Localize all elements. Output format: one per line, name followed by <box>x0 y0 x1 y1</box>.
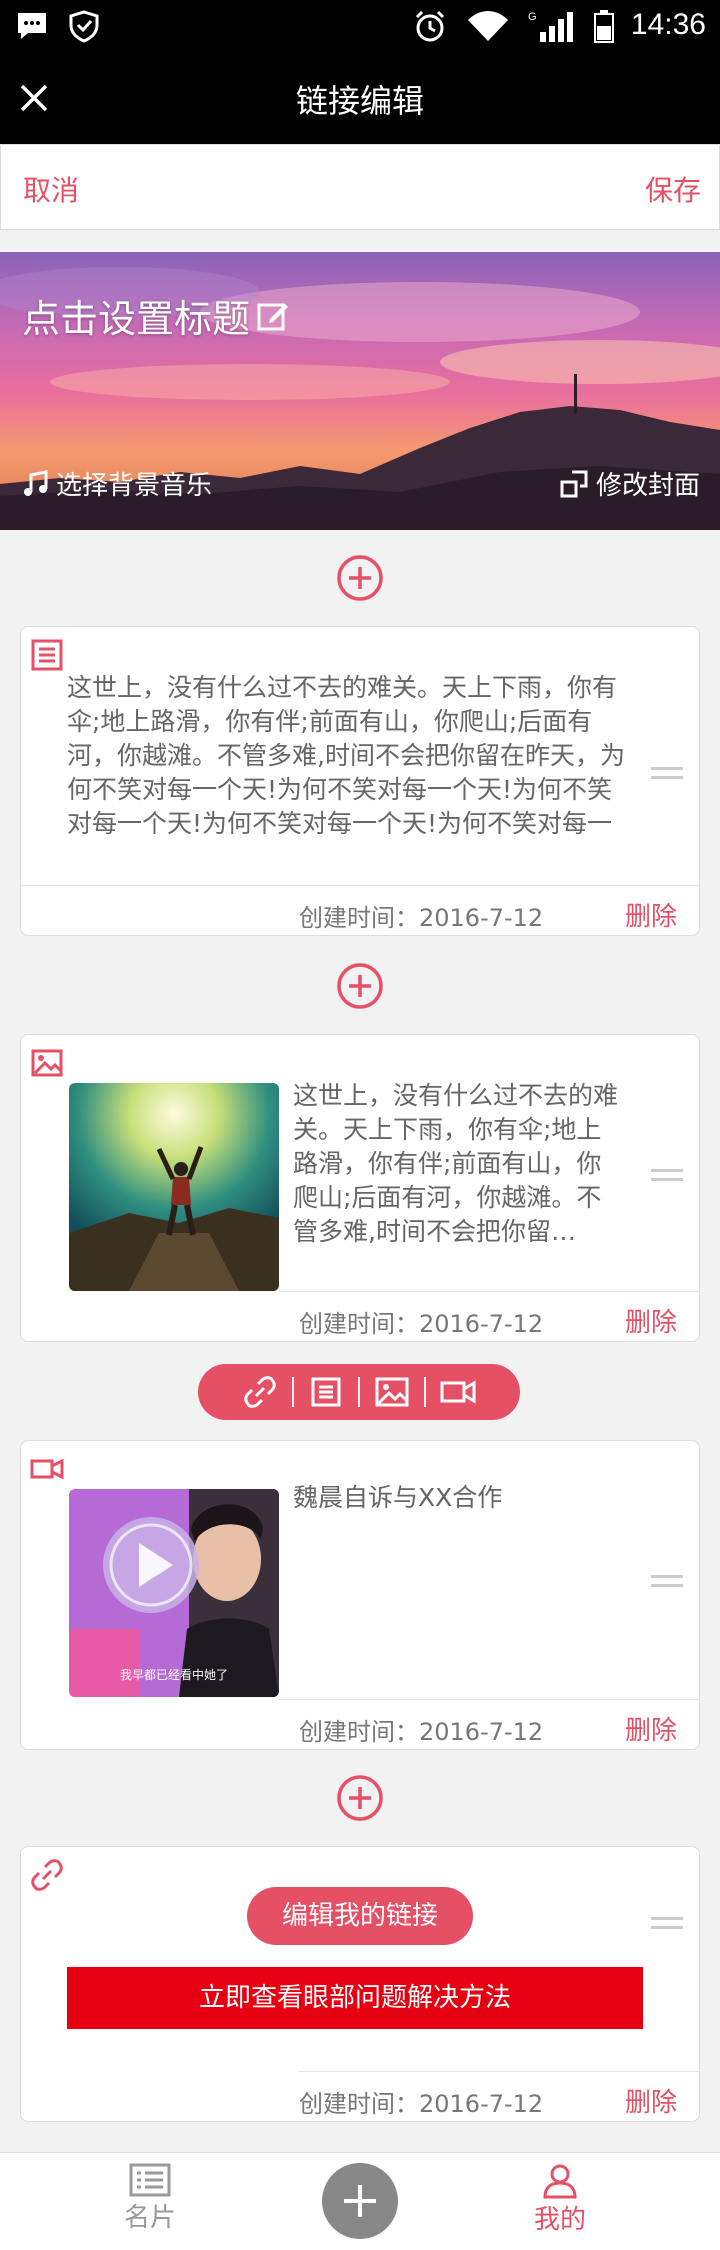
card-footer: 创建时间：2016-7-12 删除 <box>21 885 699 935</box>
title-bar: 链接编辑 <box>0 52 720 144</box>
cover-title-text: 点击设置标题 <box>22 297 251 341</box>
change-cover-label: 修改封面 <box>595 471 700 501</box>
drag-handle-icon[interactable] <box>651 1169 683 1189</box>
created-time: 创建时间：2016-7-12 <box>299 1718 544 1746</box>
text-block-card[interactable]: 这世上，没有什么过不去的难关。天上下雨，你有伞;地上路滑，你有伴;前面有山，你爬… <box>20 626 700 936</box>
clock-time: 14:36 <box>630 8 706 41</box>
save-button[interactable]: 保存 <box>645 169 701 209</box>
link-block-icon <box>31 1859 63 1891</box>
link-icon <box>244 1376 276 1408</box>
card-footer: 创建时间：2016-7-12 删除 <box>279 1291 699 1341</box>
toolbar-divider <box>292 1377 294 1407</box>
toolbar-divider <box>358 1377 360 1407</box>
select-music-button[interactable]: 选择背景音乐 <box>22 465 212 502</box>
delete-button[interactable]: 删除 <box>625 1302 677 1339</box>
plus-icon <box>344 2185 376 2217</box>
created-time: 创建时间：2016-7-12 <box>299 1310 544 1338</box>
video-title: 魏晨自诉与XX合作 <box>293 1483 503 1512</box>
message-icon <box>18 13 46 39</box>
hiker-mountain-photo <box>69 1083 279 1291</box>
text-block-icon <box>31 639 63 671</box>
delete-button[interactable]: 删除 <box>625 1710 677 1747</box>
cover-banner[interactable]: 点击设置标题 选择背景音乐 修改封面 <box>0 252 720 530</box>
text-block-content: 这世上，没有什么过不去的难关。天上下雨，你有伞;地上路滑，你有伴;前面有山，你爬… <box>67 673 625 838</box>
change-cover-icon <box>560 470 588 497</box>
drag-handle-icon[interactable] <box>651 1917 683 1937</box>
video-thumbnail[interactable]: 我早都已经看中她了 <box>69 1489 279 1697</box>
image-block-card[interactable]: 这世上，没有什么过不去的难关。天上下雨，你有伞;地上路滑，你有伴;前面有山，你爬… <box>20 1034 700 1342</box>
insert-link-button[interactable] <box>228 1372 292 1412</box>
image-block-text: 这世上，没有什么过不去的难关。天上下雨，你有伞;地上路滑，你有伴;前面有山，你爬… <box>293 1081 619 1246</box>
add-block-icon[interactable] <box>336 554 384 602</box>
battery-icon <box>594 10 614 43</box>
page-title: 链接编辑 <box>295 82 424 120</box>
nav-card[interactable]: 名片 <box>90 2163 210 2234</box>
video-block-icon <box>30 1458 64 1480</box>
wifi-icon <box>468 11 508 41</box>
status-bar: G 14:36 <box>0 0 720 52</box>
drag-handle-icon[interactable] <box>651 767 683 787</box>
nav-card-label: 名片 <box>123 2203 176 2233</box>
card-footer: 创建时间：2016-7-12 删除 <box>299 2071 699 2121</box>
shield-icon <box>69 10 99 43</box>
insert-video-button[interactable] <box>426 1372 490 1412</box>
video-icon <box>440 1380 476 1404</box>
delete-button[interactable]: 删除 <box>625 896 677 933</box>
cover-title[interactable]: 点击设置标题 <box>22 288 290 343</box>
video-block-card[interactable]: 我早都已经看中她了 魏晨自诉与XX合作 创建时间：2016-7-12 删除 <box>20 1440 700 1750</box>
add-block-icon[interactable] <box>336 962 384 1010</box>
video-caption: 我早都已经看中她了 <box>120 1667 228 1682</box>
add-block-icon[interactable] <box>336 1774 384 1822</box>
drag-handle-icon[interactable] <box>651 1575 683 1595</box>
edit-my-link-button[interactable]: 编辑我的链接 <box>247 1887 473 1945</box>
text-icon <box>311 1377 341 1407</box>
image-icon <box>375 1377 409 1407</box>
link-block-card[interactable]: 编辑我的链接 立即查看眼部问题解决方法 创建时间：2016-7-12 删除 <box>20 1846 700 2122</box>
link-action-bar[interactable]: 立即查看眼部问题解决方法 <box>67 1967 643 2029</box>
cancel-button[interactable]: 取消 <box>23 169 79 209</box>
created-time: 创建时间：2016-7-12 <box>299 2090 544 2118</box>
insert-block-toolbar <box>198 1364 520 1420</box>
created-time: 创建时间：2016-7-12 <box>299 904 544 932</box>
delete-button[interactable]: 删除 <box>625 2082 677 2119</box>
nav-add-button[interactable] <box>322 2163 398 2239</box>
bottom-nav: 名片 我的 <box>0 2152 720 2250</box>
svg-text:G: G <box>528 11 537 23</box>
card-footer: 创建时间：2016-7-12 删除 <box>279 1699 699 1749</box>
card-list-icon <box>129 2163 171 2197</box>
music-label: 选择背景音乐 <box>56 471 213 501</box>
nav-mine-label: 我的 <box>533 2205 586 2235</box>
insert-image-button[interactable] <box>360 1372 424 1412</box>
alarm-icon <box>415 10 445 42</box>
image-block-icon <box>31 1049 63 1077</box>
nav-mine[interactable]: 我的 <box>500 2163 620 2236</box>
music-note-icon <box>24 469 48 496</box>
signal-icon: G <box>528 11 573 42</box>
change-cover-button[interactable]: 修改封面 <box>560 465 700 502</box>
edit-icon <box>257 303 289 330</box>
action-bar: 取消 保存 <box>0 144 720 230</box>
insert-text-button[interactable] <box>294 1372 358 1412</box>
person-icon <box>543 2164 577 2199</box>
toolbar-divider <box>424 1377 426 1407</box>
